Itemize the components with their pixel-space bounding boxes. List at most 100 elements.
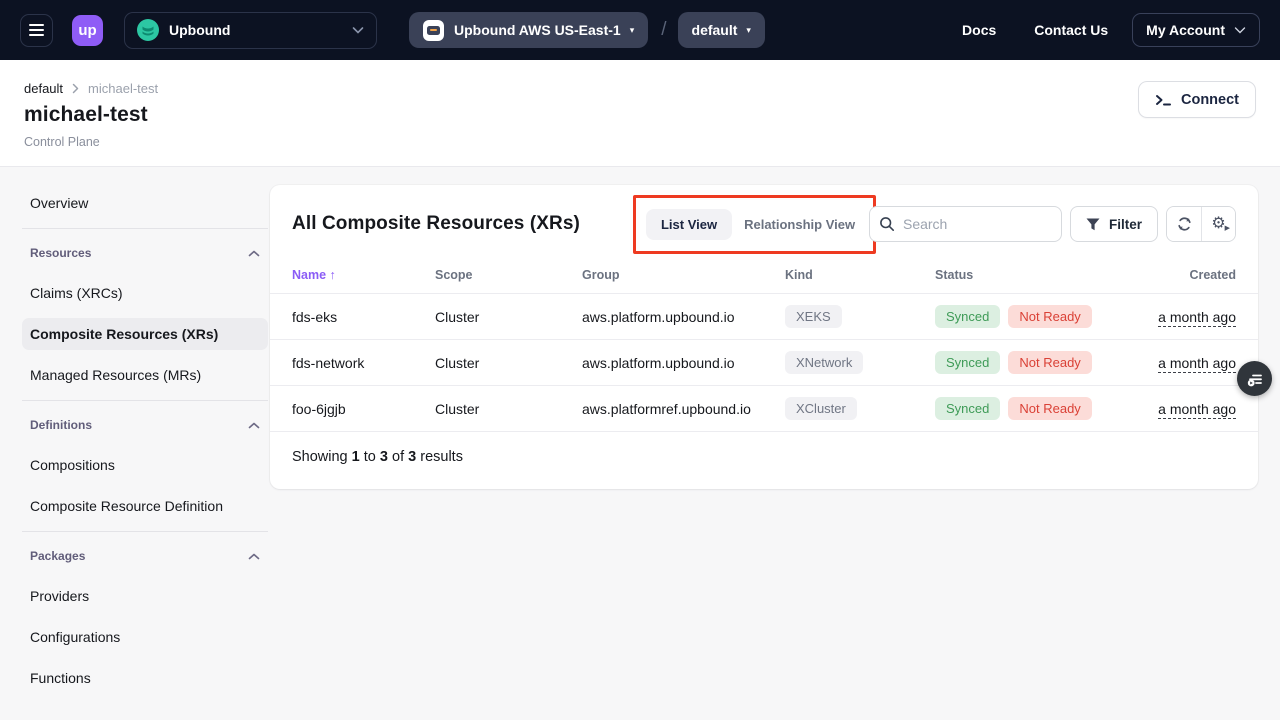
table-row[interactable]: foo-6jgjb Cluster aws.platformref.upboun… [270,386,1258,432]
created-tooltip-trigger[interactable]: a month ago [1158,309,1236,327]
auto-refresh-settings-button[interactable]: ⚙ ▶ [1201,207,1235,241]
cell-kind: XEKS [785,305,935,328]
cell-name: fds-network [292,355,435,371]
table-row[interactable]: fds-network Cluster aws.platform.upbound… [270,340,1258,386]
table-header-row: Name ↑ Scope Group Kind Status Created [270,257,1258,294]
contact-us-link[interactable]: Contact Us [1034,22,1108,38]
sidebar-divider [22,228,268,229]
sort-ascending-icon: ↑ [330,268,336,282]
column-header-kind[interactable]: Kind [785,268,935,282]
not-ready-badge: Not Ready [1008,305,1091,328]
top-navbar: up Upbound Upbound AWS US-East-1 ▾ / def… [0,0,1280,60]
chevron-up-icon [248,422,260,429]
page-header: default michael-test michael-test Contro… [0,60,1280,167]
organization-name: Upbound [169,22,230,38]
refresh-button[interactable] [1167,207,1201,241]
control-plane-icon [423,20,444,41]
breadcrumb-root[interactable]: default [24,81,63,96]
synced-badge: Synced [935,397,1000,420]
my-account-button[interactable]: My Account [1132,13,1260,47]
kind-badge: XCluster [785,397,857,420]
synced-badge: Synced [935,351,1000,374]
menu-icon[interactable] [20,14,53,47]
filter-label: Filter [1109,217,1142,232]
upbound-logo[interactable]: up [72,15,103,46]
connect-button[interactable]: Connect [1138,81,1256,118]
sidebar-section-label: Packages [30,549,85,563]
docs-link[interactable]: Docs [962,22,996,38]
gear-icon: ⚙ [1211,216,1225,232]
filter-funnel-icon [1086,218,1100,231]
cell-created: a month ago [1158,309,1236,325]
control-plane-dropdown[interactable]: Upbound AWS US-East-1 ▾ [409,12,648,48]
sidebar-item-managed-resources[interactable]: Managed Resources (MRs) [22,359,268,391]
column-header-status[interactable]: Status [935,268,1145,282]
cell-group: aws.platform.upbound.io [582,309,785,325]
search-icon [879,216,895,232]
page-body: Overview Resources Claims (XRCs) Composi… [0,167,1280,703]
sidebar-section-definitions[interactable]: Definitions [22,414,268,436]
page-subtitle: Control Plane [24,135,158,149]
resources-card: All Composite Resources (XRs) List View … [270,185,1258,489]
page-title: michael-test [24,103,158,127]
filter-button[interactable]: Filter [1070,206,1158,242]
sidebar-item-configurations[interactable]: Configurations [22,621,268,653]
sidebar-section-label: Resources [30,246,91,260]
cell-kind: XCluster [785,397,935,420]
not-ready-badge: Not Ready [1008,397,1091,420]
sidebar-section-label: Definitions [30,418,92,432]
relationship-view-tab[interactable]: Relationship View [732,209,867,240]
sidebar-item-compositions[interactable]: Compositions [22,449,268,481]
breadcrumb: default michael-test [24,81,158,96]
created-tooltip-trigger[interactable]: a month ago [1158,355,1236,373]
cell-scope: Cluster [435,401,582,417]
navbar-right: Docs Contact Us My Account [962,13,1260,47]
cell-status: Synced Not Ready [935,351,1145,374]
kind-badge: XEKS [785,305,842,328]
sidebar-item-overview[interactable]: Overview [22,187,268,219]
sidebar-section-packages[interactable]: Packages [22,545,268,567]
breadcrumb-chevron-icon [72,83,79,94]
column-header-created[interactable]: Created [1189,268,1236,282]
column-header-group[interactable]: Group [582,268,785,282]
table-row[interactable]: fds-eks Cluster aws.platform.upbound.io … [270,294,1258,340]
column-header-scope[interactable]: Scope [435,268,582,282]
group-dropdown[interactable]: default ▾ [678,12,765,48]
cell-created: a month ago [1158,401,1236,417]
synced-badge: Synced [935,305,1000,328]
search-box [869,206,1062,242]
sidebar-item-composite-resource-definition[interactable]: Composite Resource Definition [22,490,268,522]
sidebar-section-resources[interactable]: Resources [22,242,268,264]
connect-label: Connect [1181,92,1239,108]
resource-center-icon [1245,369,1265,389]
chevron-down-icon [352,26,364,34]
control-plane-name: Upbound AWS US-East-1 [454,22,621,38]
created-tooltip-trigger[interactable]: a month ago [1158,401,1236,419]
cell-group: aws.platformref.upbound.io [582,401,785,417]
cell-name: foo-6jgjb [292,401,435,417]
table-actions: ⚙ ▶ [1166,206,1236,242]
chevron-up-icon [248,553,260,560]
chevron-up-icon [248,250,260,257]
list-view-tab[interactable]: List View [646,209,732,240]
not-ready-badge: Not Ready [1008,351,1091,374]
cell-name: fds-eks [292,309,435,325]
organization-dropdown[interactable]: Upbound [124,12,377,49]
cell-created: a month ago [1158,355,1236,371]
sidebar-item-composite-resources[interactable]: Composite Resources (XRs) [22,318,268,350]
feedback-widget-button[interactable] [1237,361,1272,396]
chevron-down-icon [1234,26,1246,34]
cell-status: Synced Not Ready [935,305,1145,328]
my-account-label: My Account [1146,22,1225,38]
sidebar-item-functions[interactable]: Functions [22,662,268,694]
sidebar-item-providers[interactable]: Providers [22,580,268,612]
sidebar-item-claims[interactable]: Claims (XRCs) [22,277,268,309]
cell-group: aws.platform.upbound.io [582,355,785,371]
caret-down-icon: ▾ [746,25,751,36]
sidebar: Overview Resources Claims (XRCs) Composi… [0,167,270,703]
app-window: up Upbound Upbound AWS US-East-1 ▾ / def… [0,0,1280,720]
card-header: All Composite Resources (XRs) List View … [270,185,1258,257]
search-input[interactable] [869,206,1062,242]
column-header-name[interactable]: Name ↑ [292,268,435,282]
group-name: default [692,22,738,38]
